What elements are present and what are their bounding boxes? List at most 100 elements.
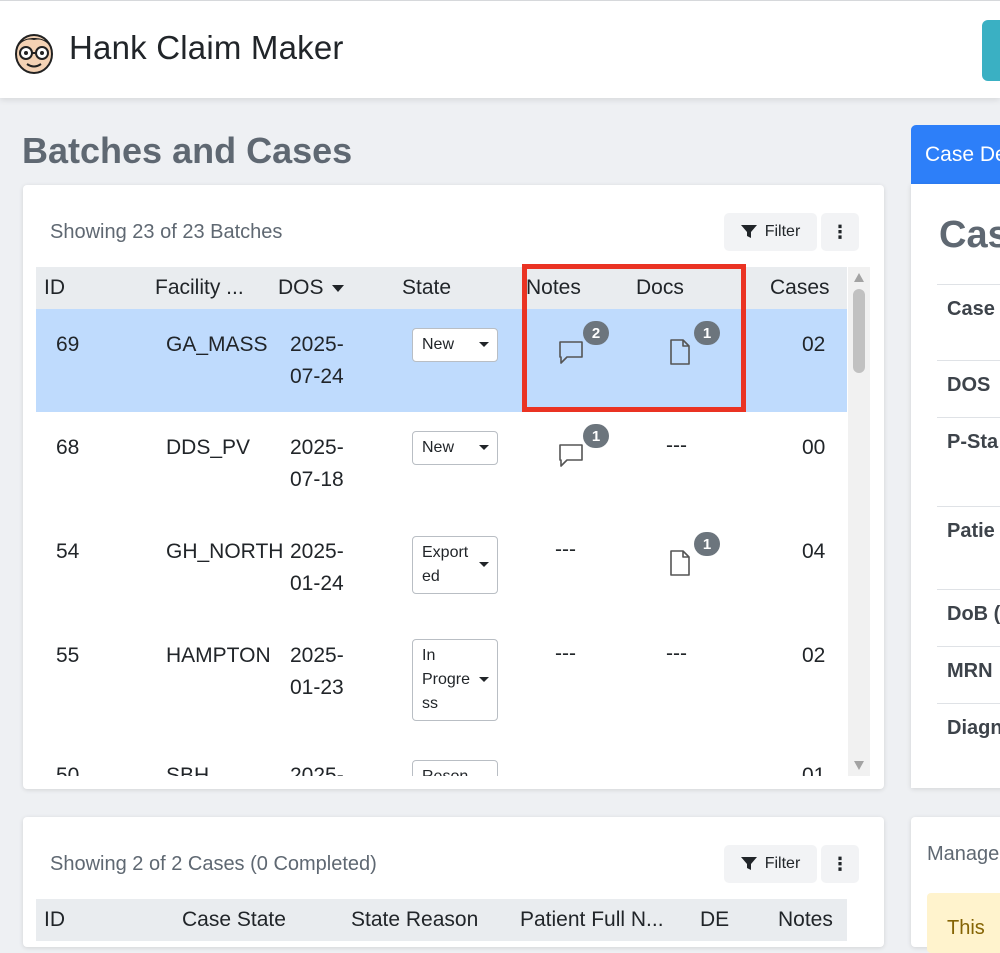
tab-case-details[interactable]: Case De	[911, 125, 1000, 184]
batch-cases-count: 01	[802, 764, 826, 776]
batches-more-menu-button[interactable]: ⋮	[821, 213, 859, 251]
detail-label-p-status: P-Sta	[947, 431, 999, 453]
batch-facility: SBH	[166, 764, 210, 776]
notes-count-badge: 1	[583, 424, 609, 448]
table-row[interactable]: 55 HAMPTON 2025- 01-23 In Progre ss --- …	[36, 620, 847, 738]
scroll-up-arrow-icon[interactable]	[854, 273, 864, 282]
state-select[interactable]: In Progre ss	[412, 639, 498, 721]
detail-label-dob: DoB (	[947, 603, 1000, 625]
docs-indicator[interactable]: 1	[668, 321, 720, 368]
table-row[interactable]: 50 SBH 2025- Reson 01	[36, 738, 847, 776]
state-value: Export	[422, 544, 469, 561]
cases-card: Showing 2 of 2 Cases (0 Completed) Filte…	[23, 817, 884, 947]
case-details-heading: Cas	[939, 214, 1000, 256]
batch-cases-count: 02	[802, 644, 826, 667]
kebab-icon: ⋮	[831, 853, 849, 874]
table-scrollbar[interactable]	[848, 267, 870, 776]
notes-empty: ---	[555, 642, 576, 665]
col-header-cases[interactable]: Cases	[770, 276, 830, 300]
document-icon	[670, 339, 690, 365]
batch-id: 69	[56, 333, 80, 356]
dos-line: 01-24	[290, 572, 344, 595]
detail-label-dos: DOS	[947, 374, 991, 396]
table-row[interactable]: 68 DDS_PV 2025- 07-18 New 1 --- 00	[36, 412, 847, 516]
filter-icon	[740, 857, 757, 870]
divider	[937, 589, 1000, 590]
batch-id: 55	[56, 644, 80, 667]
state-select[interactable]: Export ed	[412, 536, 498, 594]
batch-id: 68	[56, 436, 80, 459]
top-navbar: Hank Claim Maker	[0, 0, 1000, 98]
col-header-state-reason[interactable]: State Reason	[351, 908, 478, 932]
batches-filter-button[interactable]: Filter	[724, 213, 817, 251]
case-details-card: Cas Case DOS P-Sta Patie DoB ( MRN Diagn	[911, 184, 1000, 788]
col-header-facility[interactable]: Facility ...	[155, 276, 244, 300]
batches-table-header: ID Facility ... DOS State Notes Docs Cas…	[36, 267, 847, 309]
batch-id: 50	[56, 764, 80, 776]
batch-id: 54	[56, 540, 80, 563]
chevron-down-icon	[479, 342, 489, 347]
cases-table-header: ID Case State State Reason Patient Full …	[36, 899, 847, 941]
col-header-de[interactable]: DE	[700, 908, 729, 932]
hank-avatar-icon	[15, 34, 53, 74]
col-header-notes[interactable]: Notes	[526, 276, 581, 300]
table-row[interactable]: 69 GA_MASS 2025- 07-24 New 2 1 02	[36, 309, 847, 412]
dos-line: 07-18	[290, 468, 344, 491]
cases-more-menu-button[interactable]: ⋮	[821, 845, 859, 883]
state-select[interactable]: New	[412, 328, 498, 362]
col-header-notes[interactable]: Notes	[778, 908, 833, 932]
dos-line: 2025-	[290, 333, 344, 356]
docs-empty: ---	[666, 642, 687, 665]
divider	[937, 284, 1000, 285]
state-value: ed	[422, 568, 440, 585]
col-header-id[interactable]: ID	[44, 276, 65, 300]
docs-indicator[interactable]: 1	[668, 532, 720, 579]
notes-indicator[interactable]: 1	[557, 424, 609, 471]
cases-filter-button[interactable]: Filter	[724, 845, 817, 883]
col-header-patient-name[interactable]: Patient Full N...	[520, 908, 664, 932]
kebab-icon: ⋮	[831, 221, 849, 242]
batch-facility: HAMPTON	[166, 644, 271, 667]
divider	[937, 703, 1000, 704]
scroll-down-arrow-icon[interactable]	[854, 761, 864, 770]
divider	[937, 417, 1000, 418]
col-header-state[interactable]: State	[402, 276, 451, 300]
docs-count-badge: 1	[694, 321, 720, 345]
dos-line: 2025-	[290, 436, 344, 459]
col-header-dos[interactable]: DOS	[278, 276, 345, 300]
header-action-button[interactable]	[982, 20, 1000, 81]
col-header-id[interactable]: ID	[44, 908, 65, 932]
state-select[interactable]: Reson	[412, 760, 498, 776]
batch-dos: 2025- 07-24	[290, 329, 344, 393]
state-value: ss	[422, 695, 438, 712]
warning-text: This	[947, 917, 985, 939]
state-value: Reson	[422, 768, 468, 776]
state-select[interactable]: New	[412, 431, 498, 465]
notes-count-badge: 2	[583, 321, 609, 345]
col-header-dos-label: DOS	[278, 276, 324, 299]
batch-dos: 2025- 07-18	[290, 432, 344, 496]
scroll-thumb[interactable]	[853, 289, 865, 373]
document-icon	[670, 550, 690, 576]
state-value: In	[422, 647, 436, 664]
divider	[937, 506, 1000, 507]
batches-count-caption: Showing 23 of 23 Batches	[50, 221, 283, 243]
detail-label-patient: Patie	[947, 520, 995, 542]
state-value: New	[422, 439, 455, 456]
app-title: Hank Claim Maker	[69, 29, 344, 66]
chevron-down-icon	[479, 445, 489, 450]
comment-icon	[559, 341, 583, 364]
manage-heading: Manage	[927, 843, 1000, 865]
col-header-docs[interactable]: Docs	[636, 276, 684, 300]
dos-line: 2025-	[290, 540, 344, 563]
detail-label-case: Case	[947, 298, 995, 320]
table-row[interactable]: 54 GH_NORTH 2025- 01-24 Export ed --- 1 …	[36, 516, 847, 620]
sort-desc-icon	[332, 285, 345, 293]
docs-count-badge: 1	[694, 532, 720, 556]
notes-indicator[interactable]: 2	[557, 321, 609, 368]
filter-icon	[740, 225, 757, 238]
divider	[937, 360, 1000, 361]
batches-card: Showing 23 of 23 Batches Filter ⋮ ID Fac…	[23, 185, 884, 789]
col-header-case-state[interactable]: Case State	[182, 908, 286, 932]
batch-dos: 2025- 01-23	[290, 640, 344, 704]
